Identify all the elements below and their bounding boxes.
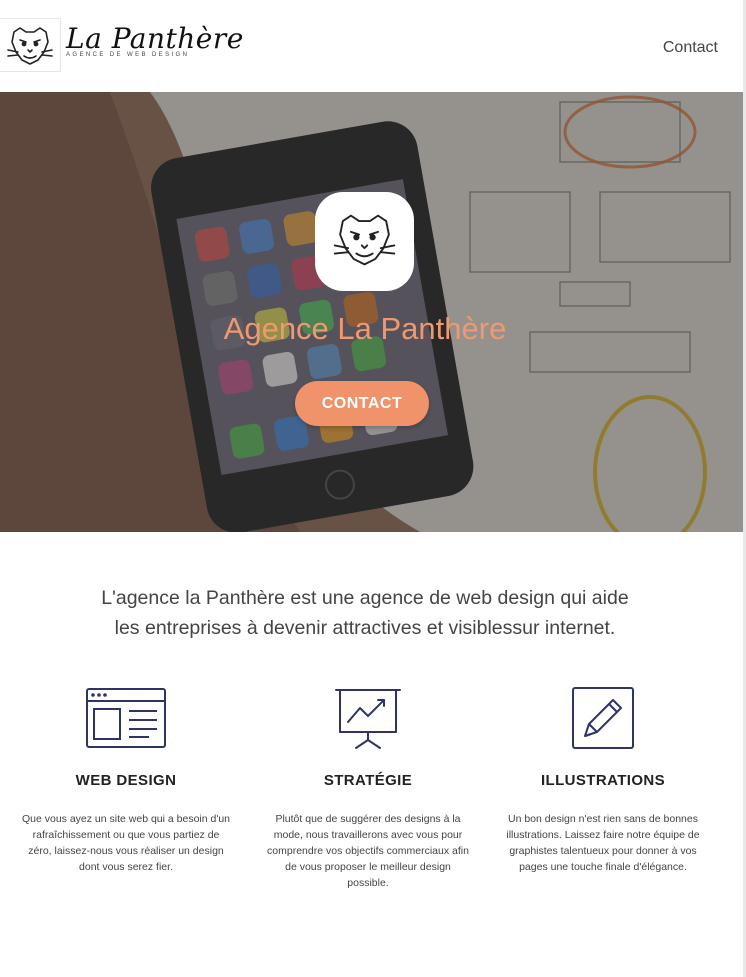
panther-icon (333, 214, 396, 266)
feature-title: ILLUSTRATIONS (540, 772, 666, 789)
feature-web-design: WEB DESIGN Que vous ayez un site web qui… (11, 684, 241, 875)
intro-line: les entreprises à devenir attractives et… (114, 617, 616, 639)
feature-description: Un bon design n'est rien sans de bonnes … (506, 813, 700, 873)
presentation-chart-icon (335, 689, 401, 749)
browser-layout-icon (86, 688, 166, 748)
pencil-icon (572, 687, 634, 749)
feature-description: Plutôt que de suggérer des designs à la … (267, 813, 469, 889)
brand-tagline: AGENCE DE WEB DESIGN (66, 52, 190, 58)
feature-title: WEB DESIGN (75, 772, 177, 789)
panther-icon (7, 27, 53, 65)
intro-line: L'agence la Panthère est une agence de w… (101, 587, 629, 609)
intro-text: L'agence la Panthère est une agence de w… (0, 583, 730, 643)
site-header: La Panthère AGENCE DE WEB DESIGN Contact (0, 0, 746, 92)
hero-title: Agence La Panthère (223, 311, 507, 346)
brand-name: La Panthère (66, 22, 244, 55)
hero-section: Agence La Panthère CONTACT (0, 92, 743, 532)
feature-illustrations: ILLUSTRATIONS Un bon design n'est rien s… (488, 684, 718, 875)
feature-description: Que vous ayez un site web qui a besoin d… (21, 813, 231, 873)
logo[interactable] (0, 18, 61, 72)
hero-contact-button[interactable]: CONTACT (295, 381, 429, 426)
hero-logo-badge (315, 192, 414, 291)
nav-contact-link[interactable]: Contact (663, 39, 718, 57)
feature-strategy: STRATÉGIE Plutôt que de suggérer des des… (253, 684, 483, 891)
feature-title: STRATÉGIE (323, 772, 413, 789)
